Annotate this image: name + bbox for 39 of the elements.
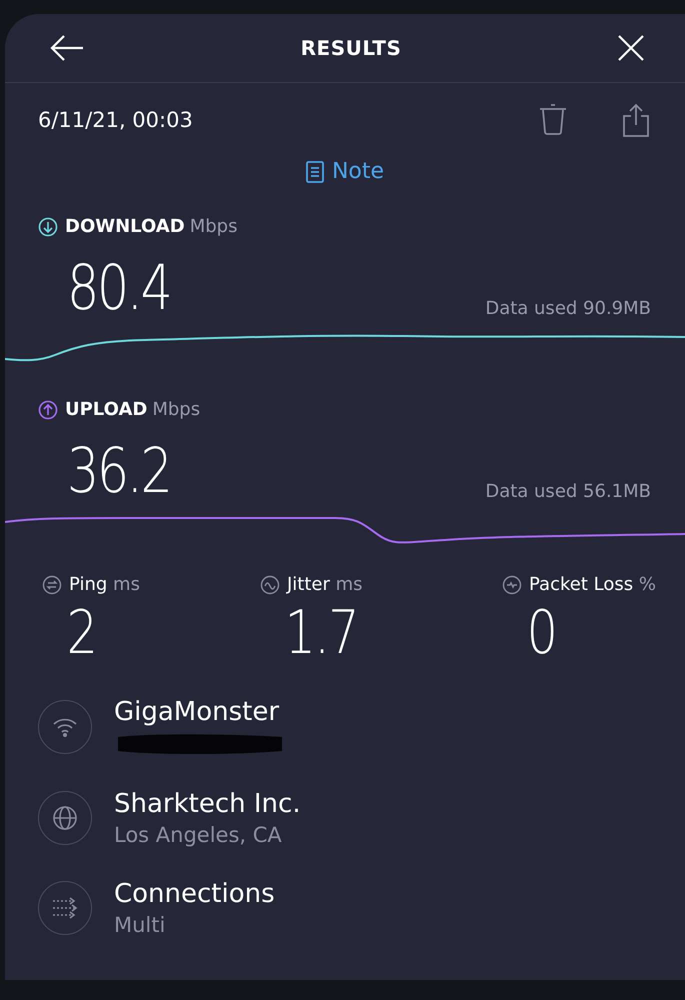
unit-label: Mbps xyxy=(152,399,200,420)
delete-button[interactable] xyxy=(539,103,567,137)
unit-label: Mbps xyxy=(190,216,238,237)
result-date: 6/11/21, 00:03 xyxy=(38,108,194,132)
speed-value: 80.4 xyxy=(67,257,170,319)
back-button[interactable] xyxy=(49,33,85,63)
close-button[interactable] xyxy=(617,34,645,62)
stat-value: 2 xyxy=(66,603,98,663)
globe-icon xyxy=(52,805,78,831)
speed-value: 36.2 xyxy=(67,440,170,502)
wifi-icon xyxy=(52,716,78,738)
document-icon xyxy=(306,160,324,182)
note-button[interactable]: Note xyxy=(306,159,384,184)
data-used: Data used 56.1MB xyxy=(485,481,651,502)
screen-title: RESULTS xyxy=(300,36,402,60)
wave-icon xyxy=(260,574,280,594)
stat-value: 0 xyxy=(526,603,558,663)
share-button[interactable] xyxy=(623,103,649,137)
arrow-down-icon xyxy=(38,216,58,236)
arrows-icon xyxy=(51,897,79,919)
detail-title: GigaMonster xyxy=(114,697,280,727)
share-icon xyxy=(623,103,649,137)
stat-label: Packet Loss % xyxy=(529,574,656,595)
trash-icon xyxy=(539,103,567,135)
data-used: Data used 90.9MB xyxy=(485,298,651,319)
detail-title: Sharktech Inc. xyxy=(114,789,301,819)
stat-label: Ping ms xyxy=(69,574,140,595)
ping-icon xyxy=(42,574,62,594)
speed-label: UPLOAD xyxy=(65,399,148,420)
pulse-icon xyxy=(502,574,522,594)
detail-subtitle: Los Angeles, CA xyxy=(114,823,283,847)
stat-value: 1.7 xyxy=(284,603,359,663)
speed-label: DOWNLOAD xyxy=(65,216,185,237)
detail-subtitle: Multi xyxy=(114,913,166,937)
back-arrow-icon xyxy=(49,33,85,63)
stat-label: Jitter ms xyxy=(287,574,363,595)
close-icon xyxy=(617,34,645,62)
arrow-up-icon xyxy=(38,400,58,420)
detail-title: Connections xyxy=(114,879,275,909)
